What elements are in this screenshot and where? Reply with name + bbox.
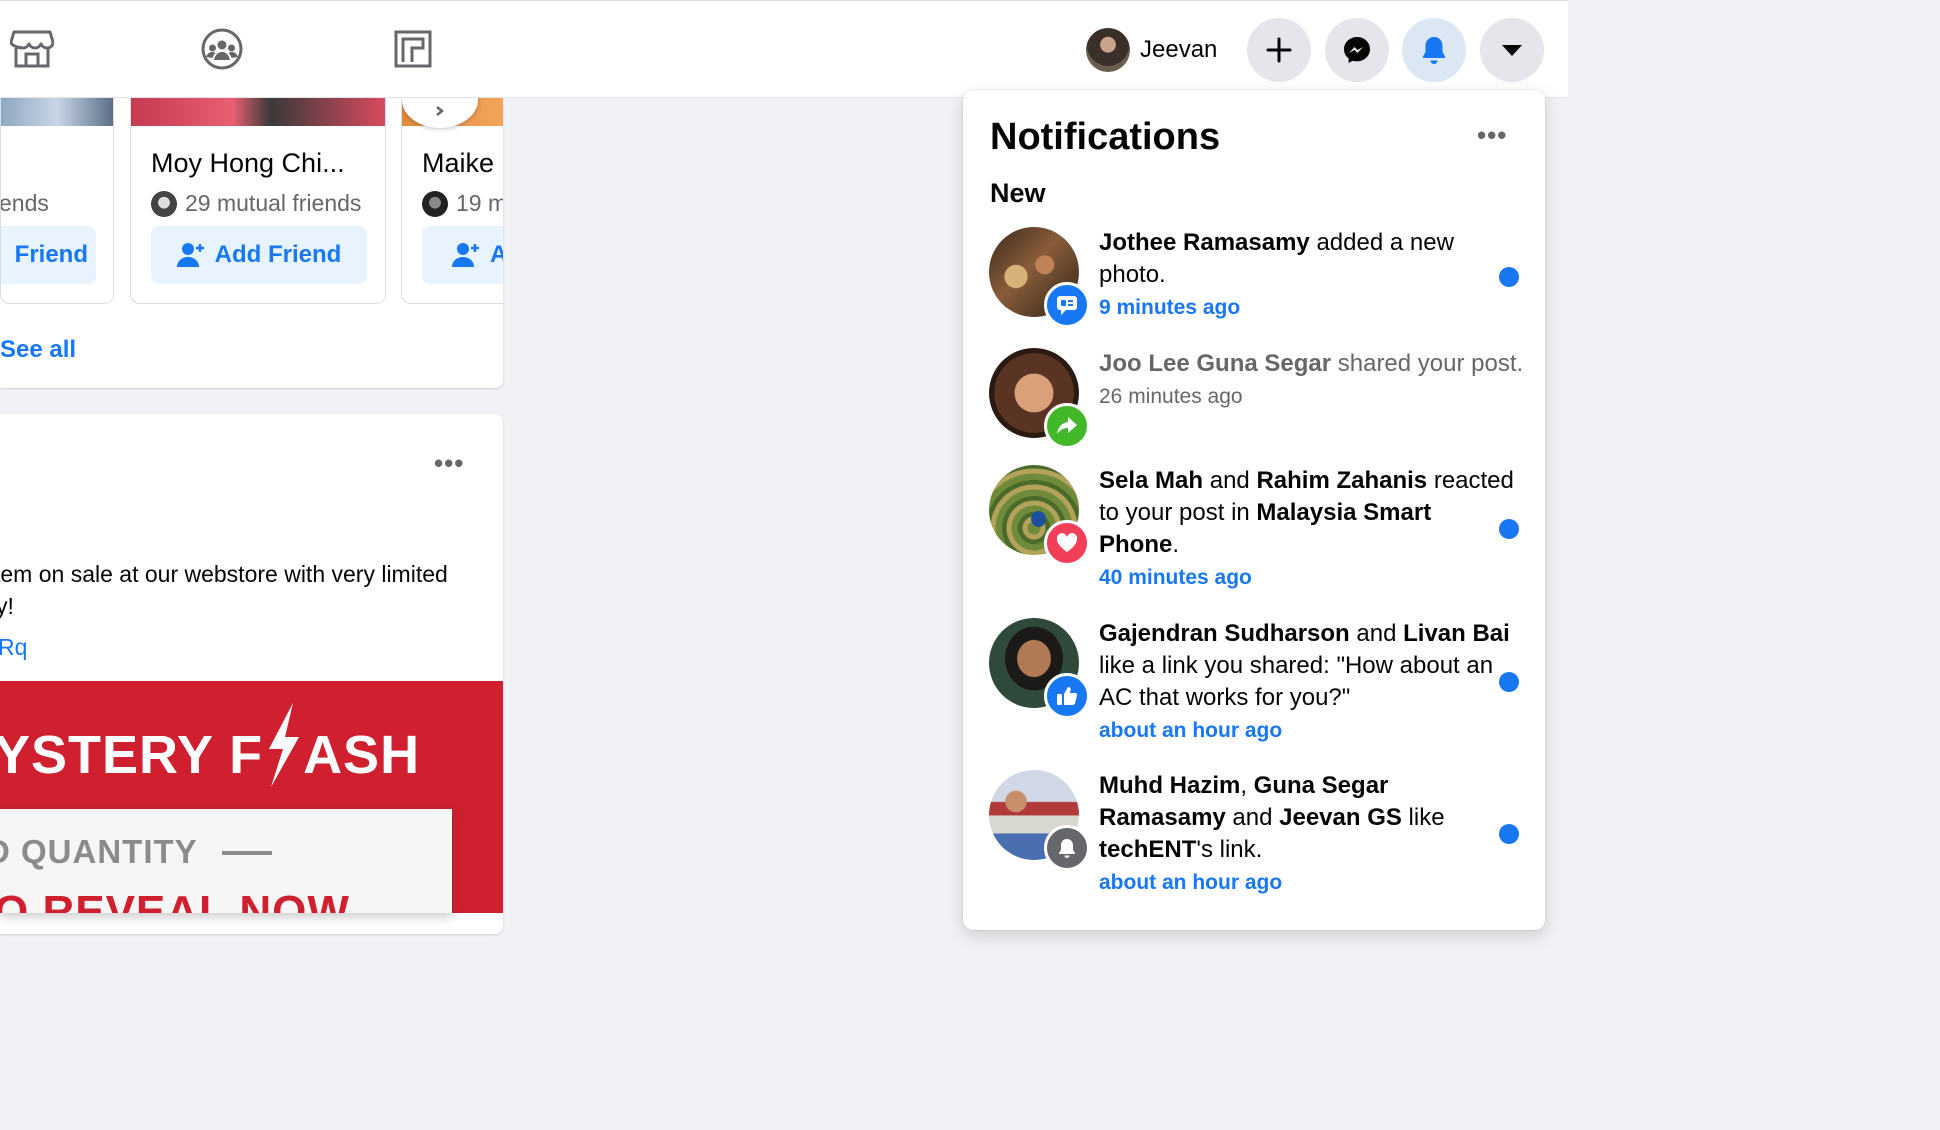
add-friend-button[interactable]: Add Friend — [151, 226, 367, 284]
add-friend-icon — [176, 243, 204, 267]
notification-message: Gajendran Sudharson and Livan Bai like a… — [1099, 620, 1510, 711]
account-menu-button[interactable] — [1480, 18, 1544, 82]
promo-banner[interactable]: YSTERY F ASH — [0, 681, 503, 809]
post-text: tem on sale at our webstore with very li… — [0, 558, 503, 622]
notification-message: Joo Lee Guna Segar shared your post. — [1099, 350, 1524, 377]
notification-time: 9 minutes ago — [1099, 296, 1241, 319]
promo-reveal-text: O REVEAL NOW — [0, 887, 350, 913]
unread-indicator — [1499, 519, 1519, 539]
avatar — [1086, 28, 1130, 72]
add-friend-button[interactable]: A — [422, 226, 503, 284]
chevron-down-icon — [1502, 45, 1522, 56]
unread-indicator — [1499, 672, 1519, 692]
notification-message: Muhd Hazim, Guna Segar Ramasamy and Jeev… — [1099, 772, 1445, 863]
user-name: Jeevan — [1140, 36, 1218, 63]
mutual-friends: 19 m — [422, 190, 503, 217]
profile-shortcut[interactable]: Jeevan — [1080, 23, 1227, 77]
add-friend-button[interactable]: Friend — [1, 226, 96, 284]
add-friend-label: Add Friend — [214, 241, 342, 268]
mutual-friends: 29 mutual friends — [151, 190, 361, 217]
notification-text: Muhd Hazim, Guna Segar Ramasamy and Jeev… — [1099, 770, 1514, 900]
notification-text: Sela Mah and Rahim Zahanis reacted to yo… — [1099, 465, 1514, 595]
post-text-line: y! — [0, 593, 14, 619]
add-friend-label: Friend — [14, 241, 88, 268]
notification-time: about an hour ago — [1099, 871, 1283, 894]
mutual-friends: ends — [0, 190, 49, 216]
mutual-friends-label: 19 m — [456, 190, 503, 216]
notification-item[interactable]: Jothee Ramasamy added a new photo. 9 min… — [989, 227, 1529, 337]
bell-icon — [1044, 825, 1090, 871]
share-icon — [1044, 403, 1090, 449]
create-icon — [1266, 37, 1292, 63]
groups-icon[interactable] — [198, 25, 246, 73]
post-text-line: tem on sale at our webstore with very li… — [0, 561, 448, 587]
chevron-right-icon — [436, 106, 445, 116]
notifications-panel: Notifications ••• New Jothee Ramasamy ad… — [963, 90, 1545, 930]
mutual-friends-label: 29 mutual friends — [185, 190, 362, 216]
notification-time: 40 minutes ago — [1099, 566, 1252, 589]
mutual-friend-avatar — [422, 190, 448, 217]
divider — [222, 851, 272, 855]
add-friend-label: A — [490, 241, 503, 269]
like-icon — [1044, 673, 1090, 719]
notification-item[interactable]: Muhd Hazim, Guna Segar Ramasamy and Jeev… — [989, 770, 1529, 910]
profile-photo[interactable] — [131, 98, 385, 126]
lightning-bolt-icon — [269, 703, 300, 787]
notification-item[interactable]: Gajendran Sudharson and Livan Bai like a… — [989, 618, 1529, 758]
photo-comment-icon — [1044, 282, 1090, 328]
notifications-icon — [1423, 37, 1445, 64]
friend-suggestion-card: ends Friend — [0, 98, 114, 304]
notification-text: Gajendran Sudharson and Livan Bai like a… — [1099, 618, 1514, 748]
unread-indicator — [1499, 824, 1519, 844]
promo-quantity-text: D QUANTITY — [0, 833, 198, 870]
top-navigation-bar: Jeevan — [0, 0, 1568, 98]
notification-time: 26 minutes ago — [1099, 385, 1243, 408]
messenger-icon — [1344, 37, 1370, 63]
suggested-friend-name[interactable]: Maike — [422, 148, 494, 179]
post-options-button[interactable]: ••• — [434, 448, 464, 479]
banner-headline-right: ASH — [303, 725, 421, 785]
love-reaction-icon — [1044, 520, 1090, 566]
post-link[interactable]: Rq — [0, 634, 27, 661]
suggested-friend-name[interactable]: Moy Hong Chi... — [151, 148, 345, 179]
notification-message: Sela Mah and Rahim Zahanis reacted to yo… — [1099, 467, 1514, 558]
banner-headline-left: YSTERY F — [0, 725, 264, 785]
section-heading-new: New — [990, 178, 1046, 208]
notifications-button[interactable] — [1402, 18, 1466, 82]
banner-headline: YSTERY F ASH — [0, 703, 420, 787]
profile-photo[interactable] — [1, 98, 113, 126]
notification-item[interactable]: Sela Mah and Rahim Zahanis reacted to yo… — [989, 465, 1529, 605]
notification-text: Joo Lee Guna Segar shared your post. 26 … — [1099, 348, 1524, 414]
see-all-link[interactable]: See all — [0, 336, 76, 364]
create-button[interactable] — [1247, 18, 1311, 82]
messenger-button[interactable] — [1325, 18, 1389, 82]
notification-message: Jothee Ramasamy added a new photo. — [1099, 229, 1454, 288]
friend-suggestion-card: Maike 19 m A — [401, 98, 503, 304]
notifications-options-button[interactable]: ••• — [1477, 120, 1507, 151]
unread-indicator — [1499, 267, 1519, 287]
marketplace-icon[interactable] — [8, 25, 56, 73]
notification-text: Jothee Ramasamy added a new photo. 9 min… — [1099, 227, 1514, 325]
notifications-title: Notifications — [990, 116, 1221, 158]
friend-suggestion-card: Moy Hong Chi... 29 mutual friends Add Fr… — [130, 98, 386, 304]
promo-image-card: D QUANTITY O REVEAL NOW — [0, 809, 452, 913]
gaming-icon[interactable] — [389, 25, 437, 73]
notification-item[interactable]: Joo Lee Guna Segar shared your post. 26 … — [989, 348, 1529, 449]
add-friend-icon — [452, 243, 479, 267]
notification-time: about an hour ago — [1099, 719, 1283, 742]
mutual-friend-avatar — [151, 190, 177, 217]
